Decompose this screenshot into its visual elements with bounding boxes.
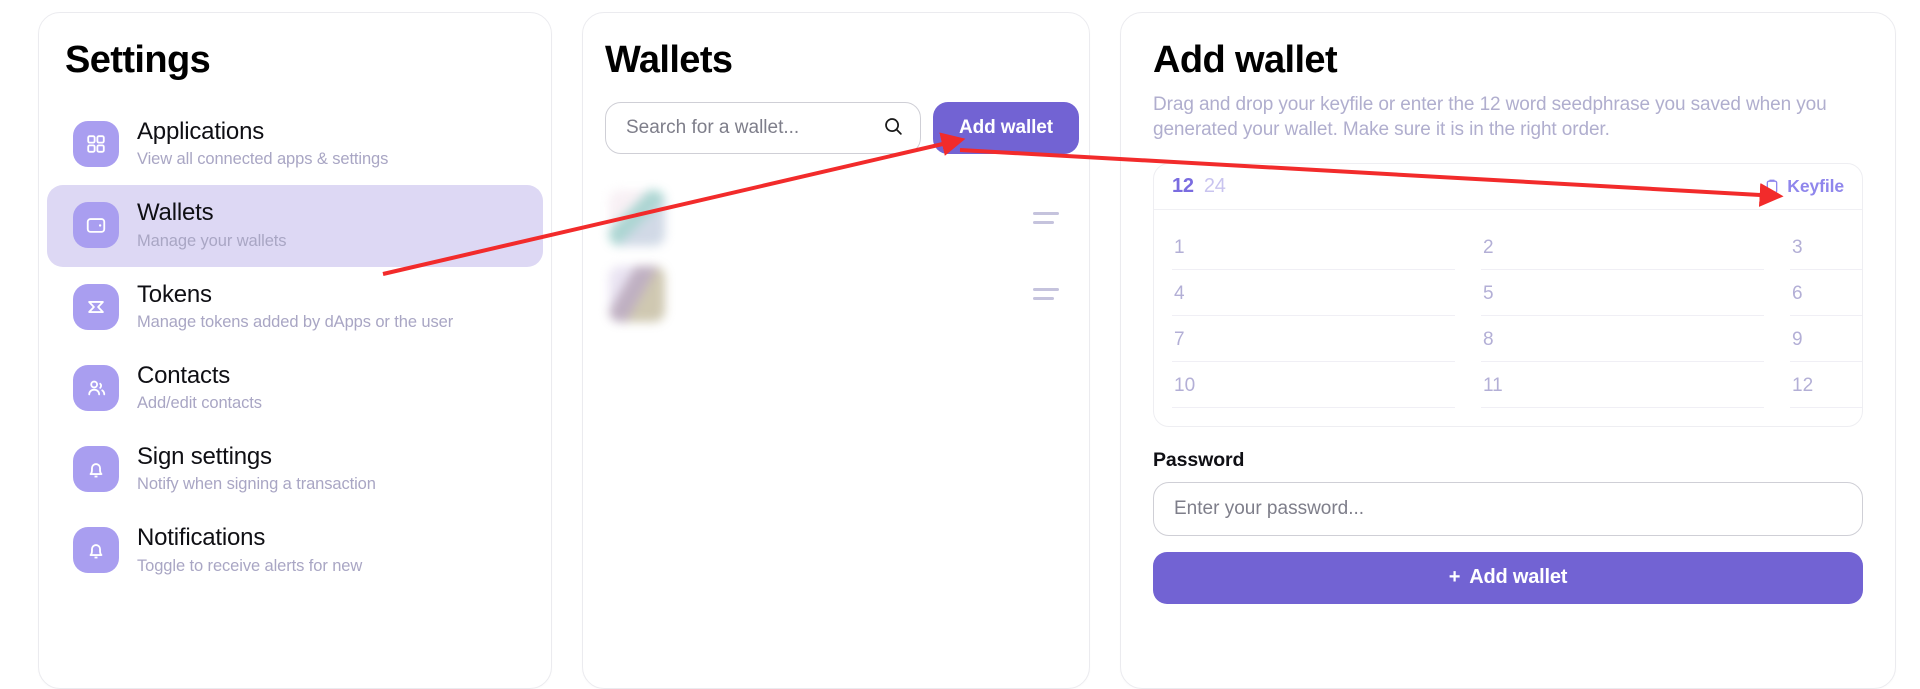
wallet-list	[583, 180, 1089, 332]
seed-word-number: 8	[1483, 328, 1494, 350]
search-input[interactable]	[626, 117, 874, 139]
wallet-info-redacted	[681, 285, 1017, 303]
seed-word-input-5[interactable]	[1517, 282, 1762, 305]
wallets-toolbar: Add wallet	[583, 102, 1089, 154]
sidebar-item-desc: View all connected apps & settings	[137, 150, 389, 169]
add-wallet-description: Drag and drop your keyfile or enter the …	[1153, 94, 1827, 141]
sidebar-item-desc: Manage tokens added by dApps or the user	[137, 312, 454, 331]
seed-word-input-3[interactable]	[1826, 236, 1862, 259]
wallets-title: Wallets	[605, 39, 733, 81]
seed-word-number: 3	[1792, 236, 1803, 258]
seed-word-input-1[interactable]	[1208, 236, 1453, 259]
seed-word-input-12[interactable]	[1826, 374, 1862, 397]
wallets-panel: Wallets Add wallet	[582, 12, 1090, 689]
seed-word-cell-3[interactable]: 3	[1790, 224, 1862, 270]
seed-word-cell-2[interactable]: 2	[1481, 224, 1764, 270]
token-icon	[73, 283, 119, 330]
sidebar-item-applications[interactable]: Applications View all connected apps & s…	[47, 104, 543, 185]
sidebar-item-label: Contacts	[137, 361, 231, 389]
word-count-option-12[interactable]: 12	[1172, 175, 1194, 198]
drag-handle-icon[interactable]	[1033, 288, 1059, 300]
seed-word-number: 11	[1483, 374, 1503, 396]
keyfile-label: Keyfile	[1787, 175, 1844, 196]
seedphrase-header: 12 24 Keyfile	[1154, 164, 1862, 210]
seed-word-input-8[interactable]	[1517, 328, 1762, 351]
sidebar-item-desc: Manage your wallets	[137, 231, 287, 250]
add-wallet-top-button[interactable]: Add wallet	[932, 102, 1079, 154]
seedphrase-card: 12 24 Keyfile 1 2 3 4 5 6 7 8 9 10 11 12	[1153, 162, 1863, 427]
bell-icon	[73, 527, 119, 574]
seed-word-input-6[interactable]	[1826, 282, 1862, 305]
wallet-icon	[73, 202, 119, 249]
sidebar-item-desc: Add/edit contacts	[137, 394, 262, 413]
seed-word-number: 4	[1174, 282, 1185, 304]
sidebar-item-label: Sign settings	[137, 443, 272, 470]
sidebar-item-sign-settings[interactable]: Sign settings Notify when signing a tran…	[47, 429, 543, 510]
sidebar-item-wallets[interactable]: Wallets Manage your wallets	[47, 185, 543, 267]
seed-word-number: 6	[1792, 282, 1803, 304]
plus-icon: +	[1448, 566, 1461, 589]
seed-word-number: 10	[1174, 374, 1196, 396]
password-field[interactable]	[1153, 481, 1863, 536]
seed-word-input-4[interactable]	[1208, 282, 1453, 305]
wallet-list-item[interactable]	[597, 256, 1079, 332]
clipboard-icon	[1764, 178, 1780, 195]
seed-word-cell-4[interactable]: 4	[1172, 270, 1455, 316]
seed-word-input-11[interactable]	[1517, 374, 1762, 397]
drag-handle-icon[interactable]	[1033, 212, 1059, 224]
add-wallet-submit-button[interactable]: + Add wallet	[1153, 551, 1863, 604]
seed-word-cell-9[interactable]: 9	[1790, 316, 1862, 362]
password-label: Password	[1153, 448, 1245, 471]
seed-word-number: 1	[1174, 236, 1185, 258]
keyfile-button[interactable]: Keyfile	[1764, 176, 1844, 197]
seed-word-number: 5	[1483, 282, 1494, 304]
seed-word-cell-11[interactable]: 11	[1481, 362, 1764, 408]
add-wallet-submit-label: Add wallet	[1469, 566, 1568, 589]
wallet-avatar	[609, 190, 665, 246]
seed-word-cell-6[interactable]: 6	[1790, 270, 1862, 316]
sidebar-item-label: Notifications	[137, 524, 266, 552]
seed-word-cell-12[interactable]: 12	[1790, 362, 1862, 408]
seed-word-input-2[interactable]	[1517, 236, 1762, 259]
seed-word-number: 7	[1174, 328, 1185, 350]
add-wallet-panel: Add wallet Drag and drop your keyfile or…	[1120, 12, 1896, 689]
sidebar-item-notifications[interactable]: Notifications Toggle to receive alerts f…	[47, 510, 543, 591]
sidebar-item-tokens[interactable]: Tokens Manage tokens added by dApps or t…	[47, 267, 543, 348]
sidebar-item-label: Applications	[137, 118, 265, 145]
sidebar-item-label: Tokens	[137, 280, 212, 308]
settings-wallets-screen: Settings Applications View all connected…	[0, 0, 1920, 689]
bell-icon	[73, 446, 119, 492]
wallet-avatar	[609, 266, 665, 322]
seed-word-cell-1[interactable]: 1	[1172, 224, 1455, 270]
settings-sidebar-panel: Settings Applications View all connected…	[38, 12, 552, 689]
seed-word-cell-7[interactable]: 7	[1172, 316, 1455, 362]
page-title: Settings	[65, 39, 211, 81]
seed-word-cell-5[interactable]: 5	[1481, 270, 1764, 316]
seed-word-input-9[interactable]	[1826, 328, 1862, 351]
seed-word-number: 12	[1792, 374, 1814, 396]
seed-word-number: 9	[1792, 328, 1803, 350]
wallet-list-item[interactable]	[597, 180, 1079, 256]
word-count-toggle[interactable]: 12 24	[1172, 175, 1226, 198]
add-wallet-title: Add wallet	[1153, 39, 1338, 81]
seedphrase-grid: 1 2 3 4 5 6 7 8 9 10 11 12	[1154, 210, 1862, 426]
seed-word-number: 2	[1483, 236, 1494, 258]
settings-nav-list: Applications View all connected apps & s…	[39, 104, 551, 592]
sidebar-item-desc: Notify when signing a transaction	[137, 475, 376, 494]
seed-word-cell-10[interactable]: 10	[1172, 362, 1455, 408]
word-count-option-24[interactable]: 24	[1204, 175, 1226, 198]
grid-icon	[73, 121, 119, 167]
sidebar-item-contacts[interactable]: Contacts Add/edit contacts	[47, 348, 543, 429]
seed-word-input-7[interactable]	[1208, 328, 1453, 351]
wallet-search-box[interactable]	[605, 102, 921, 154]
seed-word-input-10[interactable]	[1208, 374, 1453, 397]
contacts-icon	[73, 364, 119, 411]
sidebar-item-label: Wallets	[137, 199, 214, 227]
sidebar-item-desc: Toggle to receive alerts for new	[137, 556, 363, 575]
seed-word-cell-8[interactable]: 8	[1481, 316, 1764, 362]
search-icon[interactable]	[882, 115, 904, 142]
